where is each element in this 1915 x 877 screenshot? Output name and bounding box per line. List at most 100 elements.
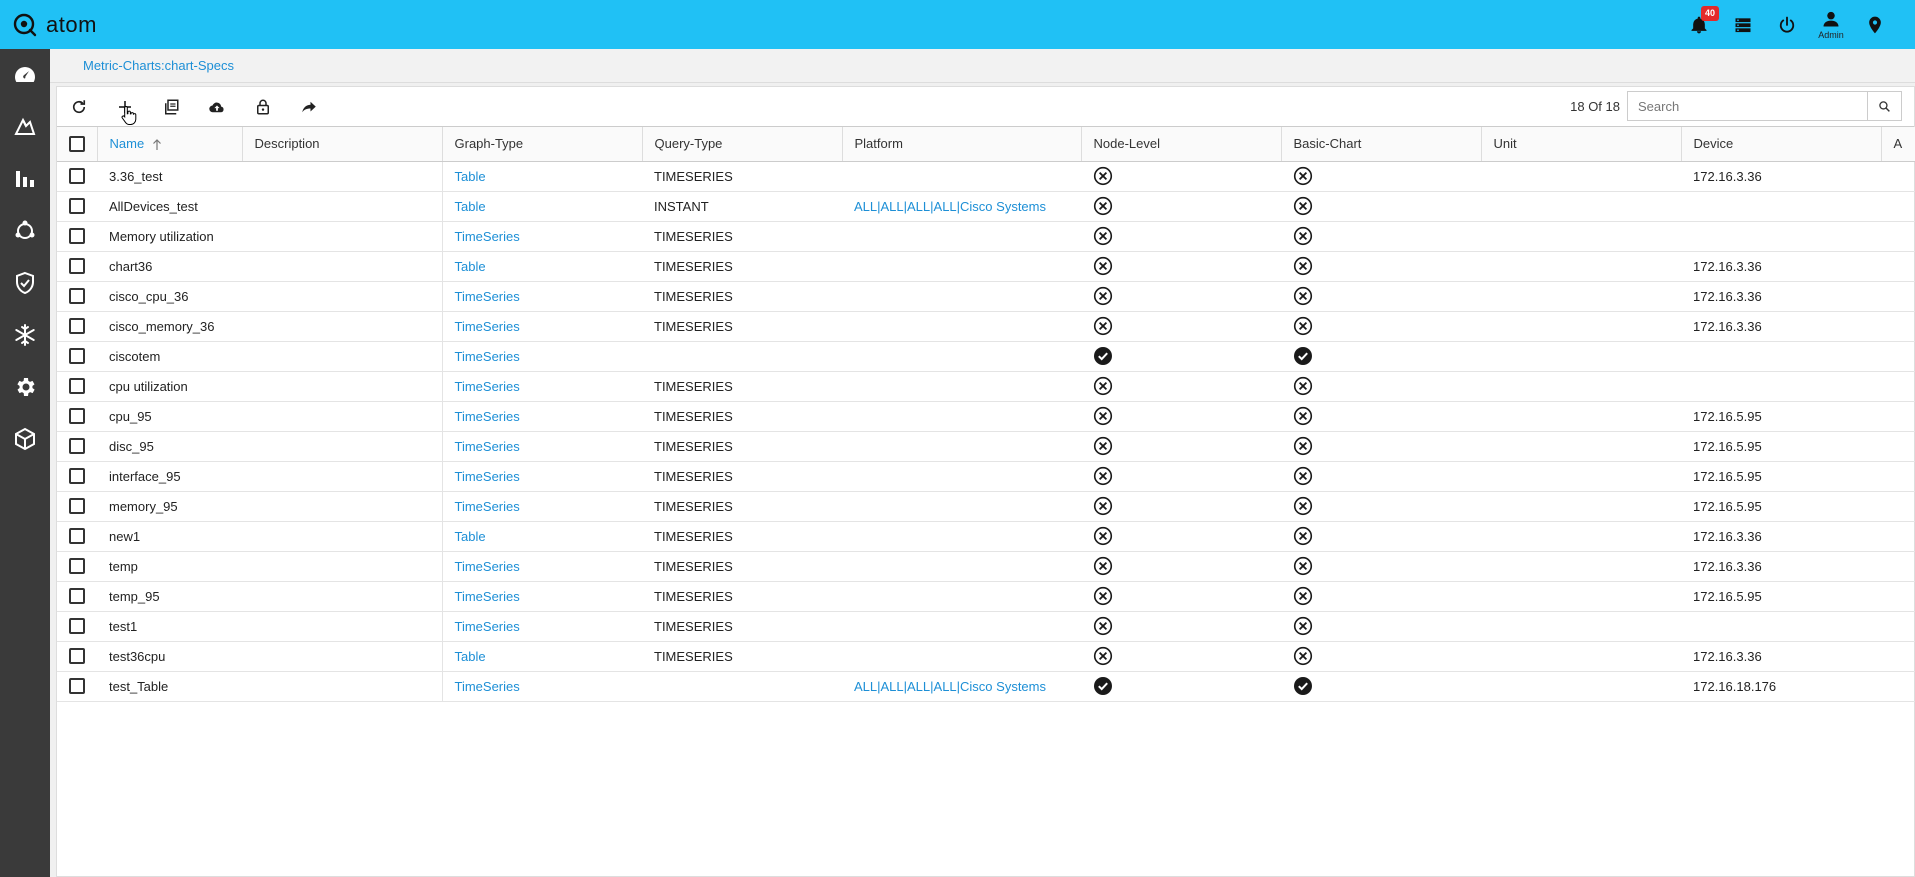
graph-type-link[interactable]: TimeSeries [455,319,520,334]
notifications-button[interactable]: 40 [1677,0,1721,49]
table-row[interactable]: new1 Table TIMESERIES 172.16.3.36 [57,521,1915,552]
table-row[interactable]: disc_95 TimeSeries TIMESERIES 172.16.5.9… [57,431,1915,462]
sidebar-item-freeze[interactable] [0,309,50,361]
column-header-node-level[interactable]: Node-Level [1081,127,1282,162]
sidebar-item-modules[interactable] [0,413,50,465]
graph-type-link[interactable]: TimeSeries [455,289,520,304]
sidebar-item-dashboard[interactable] [0,49,50,101]
platform-link[interactable]: ALL|ALL|ALL|ALL|Cisco Systems [854,199,1046,214]
row-checkbox[interactable] [69,228,85,245]
sidebar-item-settings[interactable] [0,361,50,413]
graph-type-link[interactable]: TimeSeries [455,559,520,574]
table-row[interactable]: temp_95 TimeSeries TIMESERIES 172.16.5.9… [57,581,1915,612]
column-header-device[interactable]: Device [1681,127,1882,162]
graph-type-link[interactable]: TimeSeries [455,409,520,424]
table-row[interactable]: AllDevices_test Table INSTANT ALL|ALL|AL… [57,191,1915,222]
column-header-basic-chart[interactable]: Basic-Chart [1281,127,1482,162]
table-row[interactable]: interface_95 TimeSeries TIMESERIES 172.1… [57,461,1915,492]
upload-button[interactable] [203,95,231,119]
app-logo[interactable]: atom [12,10,97,40]
table-row[interactable]: memory_95 TimeSeries TIMESERIES 172.16.5… [57,491,1915,522]
breadcrumb[interactable]: Metric-Charts:chart-Specs [83,58,234,73]
cell-device [1681,611,1881,642]
cell-extra [1881,371,1915,402]
column-header-name[interactable]: Name [97,127,243,162]
column-header-truncated[interactable]: A [1881,127,1915,162]
table-row[interactable]: test36cpu Table TIMESERIES 172.16.3.36 [57,641,1915,672]
row-checkbox[interactable] [69,528,85,545]
row-checkbox[interactable] [69,348,85,365]
row-checkbox[interactable] [69,408,85,425]
row-checkbox[interactable] [69,168,85,185]
row-checkbox[interactable] [69,558,85,575]
refresh-button[interactable] [65,95,93,119]
sidebar-item-network[interactable] [0,205,50,257]
table-row[interactable]: temp TimeSeries TIMESERIES 172.16.3.36 [57,551,1915,582]
add-button[interactable] [111,95,139,119]
graph-type-link[interactable]: TimeSeries [455,229,520,244]
cell-description [242,221,443,252]
copy-button[interactable] [157,95,185,119]
graph-type-link[interactable]: TimeSeries [455,469,520,484]
sidebar-item-charts[interactable] [0,153,50,205]
select-all-checkbox[interactable] [68,136,85,153]
cell-device: 172.16.3.36 [1681,251,1881,282]
table-row[interactable]: cisco_cpu_36 TimeSeries TIMESERIES 172.1… [57,281,1915,312]
table-row[interactable]: test1 TimeSeries TIMESERIES [57,611,1915,642]
table-row[interactable]: cpu utilization TimeSeries TIMESERIES [57,371,1915,402]
share-button[interactable] [295,95,323,119]
column-header-graph-type[interactable]: Graph-Type [442,127,643,162]
table-row[interactable]: cisco_memory_36 TimeSeries TIMESERIES 17… [57,311,1915,342]
graph-type-link[interactable]: Table [455,529,486,544]
row-checkbox[interactable] [69,378,85,395]
table-row[interactable]: chart36 Table TIMESERIES 172.16.3.36 [57,251,1915,282]
row-checkbox[interactable] [69,648,85,665]
table-row[interactable]: ciscotem TimeSeries [57,341,1915,372]
table-row[interactable]: 3.36_test Table TIMESERIES 172.16.3.36 [57,161,1915,192]
server-button[interactable] [1721,0,1765,49]
location-pin-icon [1869,16,1881,33]
row-checkbox[interactable] [69,318,85,335]
x-circle-icon [1093,256,1113,276]
graph-type-link[interactable]: TimeSeries [455,439,520,454]
row-checkbox[interactable] [69,588,85,605]
graph-type-link[interactable]: Table [455,169,486,184]
cell-node-level [1081,251,1281,282]
row-checkbox[interactable] [69,288,85,305]
lock-button[interactable] [249,95,277,119]
location-button[interactable] [1853,0,1897,49]
table-row[interactable]: cpu_95 TimeSeries TIMESERIES 172.16.5.95 [57,401,1915,432]
row-checkbox[interactable] [69,468,85,485]
cell-query-type [642,341,842,372]
sidebar-item-security[interactable] [0,257,50,309]
column-header-description[interactable]: Description [242,127,443,162]
graph-type-link[interactable]: TimeSeries [455,349,520,364]
power-button[interactable] [1765,0,1809,49]
search-input[interactable] [1628,92,1867,120]
column-header-query-type[interactable]: Query-Type [642,127,843,162]
graph-type-link[interactable]: Table [455,199,486,214]
table-row[interactable]: Memory utilization TimeSeries TIMESERIES [57,221,1915,252]
graph-type-link[interactable]: TimeSeries [455,379,520,394]
row-checkbox[interactable] [69,258,85,275]
column-header-platform[interactable]: Platform [842,127,1082,162]
row-checkbox[interactable] [69,498,85,515]
lock-icon [257,99,269,115]
row-checkbox[interactable] [69,438,85,455]
cell-graph-type: Table [442,161,642,192]
graph-type-link[interactable]: TimeSeries [455,679,520,694]
search-button[interactable] [1867,92,1901,120]
graph-type-link[interactable]: TimeSeries [455,619,520,634]
table-row[interactable]: test_Table TimeSeries ALL|ALL|ALL|ALL|Ci… [57,671,1915,702]
graph-type-link[interactable]: TimeSeries [455,589,520,604]
graph-type-link[interactable]: TimeSeries [455,499,520,514]
row-checkbox[interactable] [69,678,85,695]
graph-type-link[interactable]: Table [455,649,486,664]
sidebar-item-transform[interactable] [0,101,50,153]
column-header-unit[interactable]: Unit [1481,127,1682,162]
row-checkbox[interactable] [69,198,85,215]
platform-link[interactable]: ALL|ALL|ALL|ALL|Cisco Systems [854,679,1046,694]
graph-type-link[interactable]: Table [455,259,486,274]
row-checkbox[interactable] [69,618,85,635]
admin-button[interactable]: Admin [1809,0,1853,49]
